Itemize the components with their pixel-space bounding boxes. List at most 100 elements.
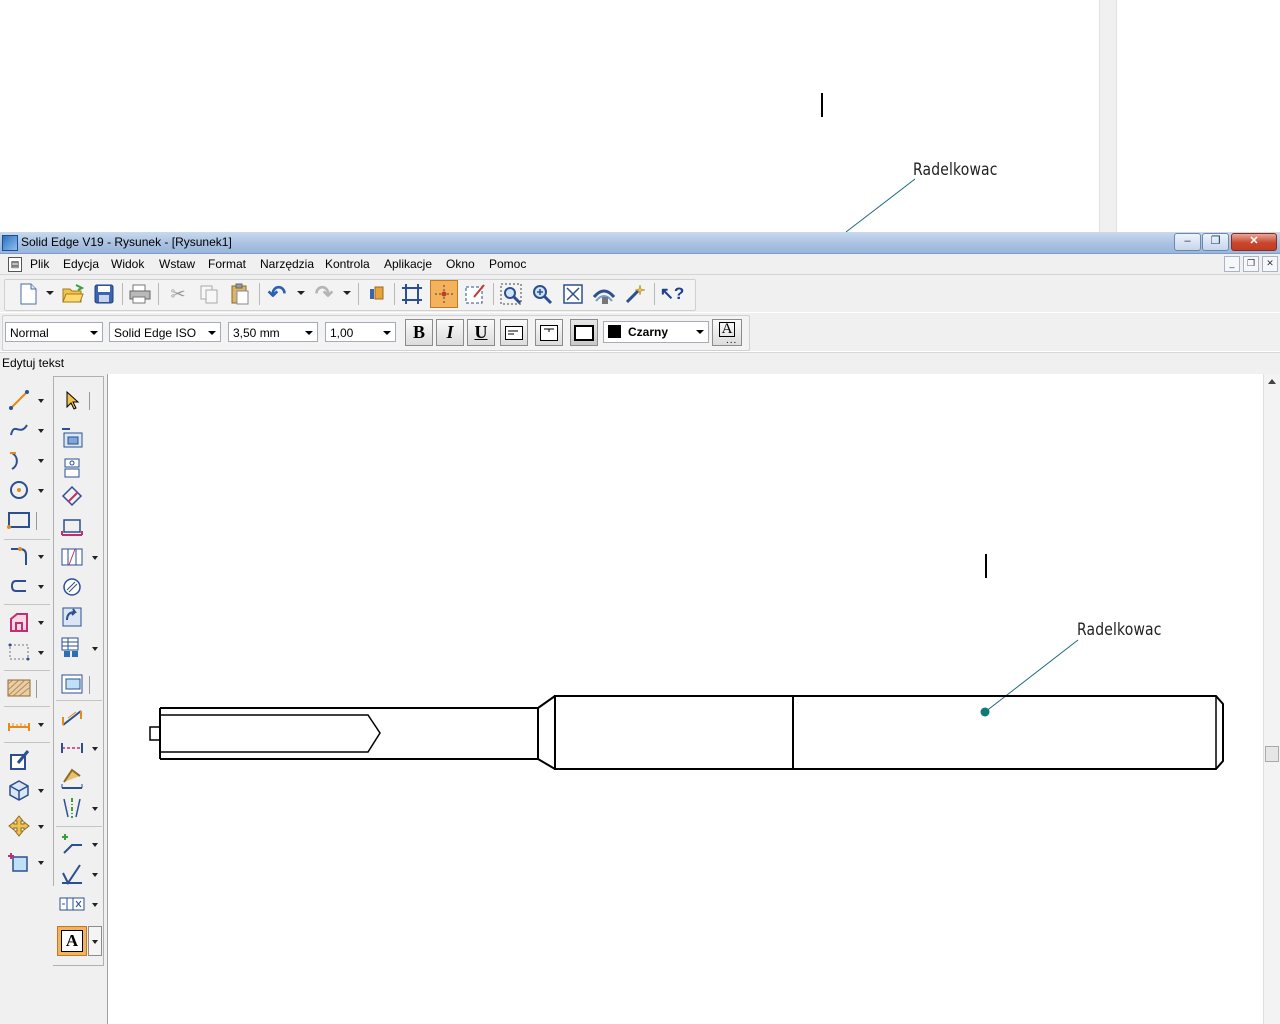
3d-view-dropdown[interactable]: [38, 789, 44, 793]
border-button[interactable]: [570, 319, 598, 346]
menu-edycja[interactable]: Edycja: [63, 257, 99, 271]
edit-drawing-icon[interactable]: [6, 748, 32, 772]
menu-okno[interactable]: Okno: [446, 257, 475, 271]
font-size-select[interactable]: 3,50 mm: [228, 322, 318, 342]
auxiliary-view-icon[interactable]: [59, 484, 85, 508]
arc-tool-dropdown[interactable]: [38, 459, 44, 463]
undo-icon[interactable]: ↶: [265, 282, 289, 306]
sketch-tool-icon[interactable]: [6, 850, 32, 874]
menu-narzedzia[interactable]: Narzędzia: [260, 257, 314, 271]
smart-dimension-icon[interactable]: [59, 706, 85, 730]
new-dropdown-arrow[interactable]: [46, 291, 54, 295]
feature-control-dropdown[interactable]: [92, 903, 98, 907]
line-tool-icon[interactable]: [6, 388, 32, 412]
magic-icon[interactable]: [623, 282, 647, 306]
drawing-canvas[interactable]: Radelkowac: [108, 374, 1263, 1024]
properties-icon[interactable]: [364, 282, 388, 306]
close-button[interactable]: ✕: [1231, 233, 1277, 251]
underline-button[interactable]: U: [467, 319, 495, 346]
sketch-tool-dropdown[interactable]: [38, 861, 44, 865]
hatch-view-dropdown[interactable]: [92, 556, 98, 560]
select-tool-icon[interactable]: [59, 388, 85, 412]
section-view-icon[interactable]: [59, 514, 85, 538]
menu-format[interactable]: Format: [208, 257, 246, 271]
menu-wstaw[interactable]: Wstaw: [159, 257, 195, 271]
style-select[interactable]: Normal: [5, 322, 103, 342]
retrieve-dimension-icon[interactable]: [59, 766, 85, 790]
view-wizard-icon[interactable]: [59, 426, 85, 450]
menu-plik[interactable]: Plik: [30, 257, 49, 271]
rectangle-tool-icon[interactable]: [6, 508, 32, 532]
principal-view-icon[interactable]: [59, 456, 85, 480]
fit-icon[interactable]: [561, 282, 585, 306]
feature-control-icon[interactable]: [59, 892, 85, 916]
circle-tool-dropdown[interactable]: [38, 489, 44, 493]
grid-icon[interactable]: [400, 282, 424, 306]
help-icon[interactable]: ↖?: [660, 282, 685, 306]
text-box-button[interactable]: [535, 319, 563, 346]
menu-aplikacje[interactable]: Aplikacje: [384, 257, 432, 271]
region-tool-icon[interactable]: [6, 610, 32, 634]
pattern-tool-dropdown[interactable]: [38, 651, 44, 655]
leader-tool-icon[interactable]: [59, 832, 85, 856]
font-select[interactable]: Solid Edge ISO: [109, 322, 221, 342]
new-document-icon[interactable]: [16, 282, 40, 306]
update-view-icon[interactable]: [59, 605, 85, 629]
mdi-minimize-button[interactable]: _: [1224, 256, 1240, 272]
dimension-tool-icon[interactable]: [6, 712, 32, 736]
vertical-scrollbar[interactable]: [1263, 374, 1280, 1024]
open-folder-icon[interactable]: [61, 282, 85, 306]
distance-dimension-icon[interactable]: [59, 736, 85, 760]
drawing-view-icon[interactable]: [59, 672, 85, 696]
mdi-close-button[interactable]: ✕: [1262, 256, 1278, 272]
app-icon[interactable]: [2, 235, 18, 251]
cut-icon[interactable]: ✂: [166, 282, 190, 306]
text-tool-dropdown[interactable]: [88, 926, 102, 956]
offset-tool-dropdown[interactable]: [38, 585, 44, 589]
color-select[interactable]: Czarny: [603, 321, 709, 343]
scrollbar-thumb[interactable]: [1265, 746, 1279, 762]
print-icon[interactable]: [128, 282, 152, 306]
surface-texture-dropdown[interactable]: [92, 873, 98, 877]
region-tool-dropdown[interactable]: [38, 621, 44, 625]
curve-tool-icon[interactable]: [6, 418, 32, 442]
line-tool-dropdown[interactable]: [38, 399, 44, 403]
menu-widok[interactable]: Widok: [111, 257, 144, 271]
menu-kontrola[interactable]: Kontrola: [325, 257, 370, 271]
scale-select[interactable]: 1,00: [325, 322, 396, 342]
window-title-bar[interactable]: Solid Edge V19 - Rysunek - [Rysunek1] – …: [0, 232, 1280, 254]
sketch-edit-icon[interactable]: [463, 282, 487, 306]
zoom-area-icon[interactable]: [499, 282, 523, 306]
leader-tool-dropdown[interactable]: [92, 843, 98, 847]
fill-tool-icon[interactable]: [6, 676, 32, 700]
text-tool-icon[interactable]: A: [57, 926, 87, 956]
mdi-restore-button[interactable]: ❐: [1243, 256, 1259, 272]
undo-dropdown-arrow[interactable]: [297, 291, 305, 295]
move-tool-icon[interactable]: [6, 814, 32, 838]
menu-pomoc[interactable]: Pomoc: [489, 257, 526, 271]
redo-icon[interactable]: ↷: [312, 282, 336, 306]
surface-texture-icon[interactable]: [59, 862, 85, 886]
parts-list-icon[interactable]: [59, 636, 85, 660]
zoom-icon[interactable]: [530, 282, 554, 306]
move-tool-dropdown[interactable]: [38, 825, 44, 829]
3d-view-icon[interactable]: [6, 778, 32, 802]
redo-dropdown-arrow[interactable]: [343, 291, 351, 295]
fillet-tool-icon[interactable]: [6, 544, 32, 568]
pan-icon[interactable]: [592, 282, 616, 306]
offset-tool-icon[interactable]: [6, 574, 32, 598]
save-icon[interactable]: [92, 282, 116, 306]
pattern-tool-icon[interactable]: [6, 640, 32, 664]
circle-tool-icon[interactable]: [6, 478, 32, 502]
distance-dimension-dropdown[interactable]: [92, 747, 98, 751]
align-left-button[interactable]: [500, 319, 528, 346]
fillet-tool-dropdown[interactable]: [38, 555, 44, 559]
minimize-button[interactable]: –: [1174, 233, 1201, 251]
copy-icon[interactable]: [197, 282, 221, 306]
document-icon[interactable]: ▤: [8, 257, 22, 272]
restore-button[interactable]: ❐: [1202, 233, 1229, 251]
arc-tool-icon[interactable]: [6, 448, 32, 472]
bold-button[interactable]: B: [405, 319, 433, 346]
centerline-icon[interactable]: [59, 796, 85, 820]
paste-icon[interactable]: [228, 282, 252, 306]
